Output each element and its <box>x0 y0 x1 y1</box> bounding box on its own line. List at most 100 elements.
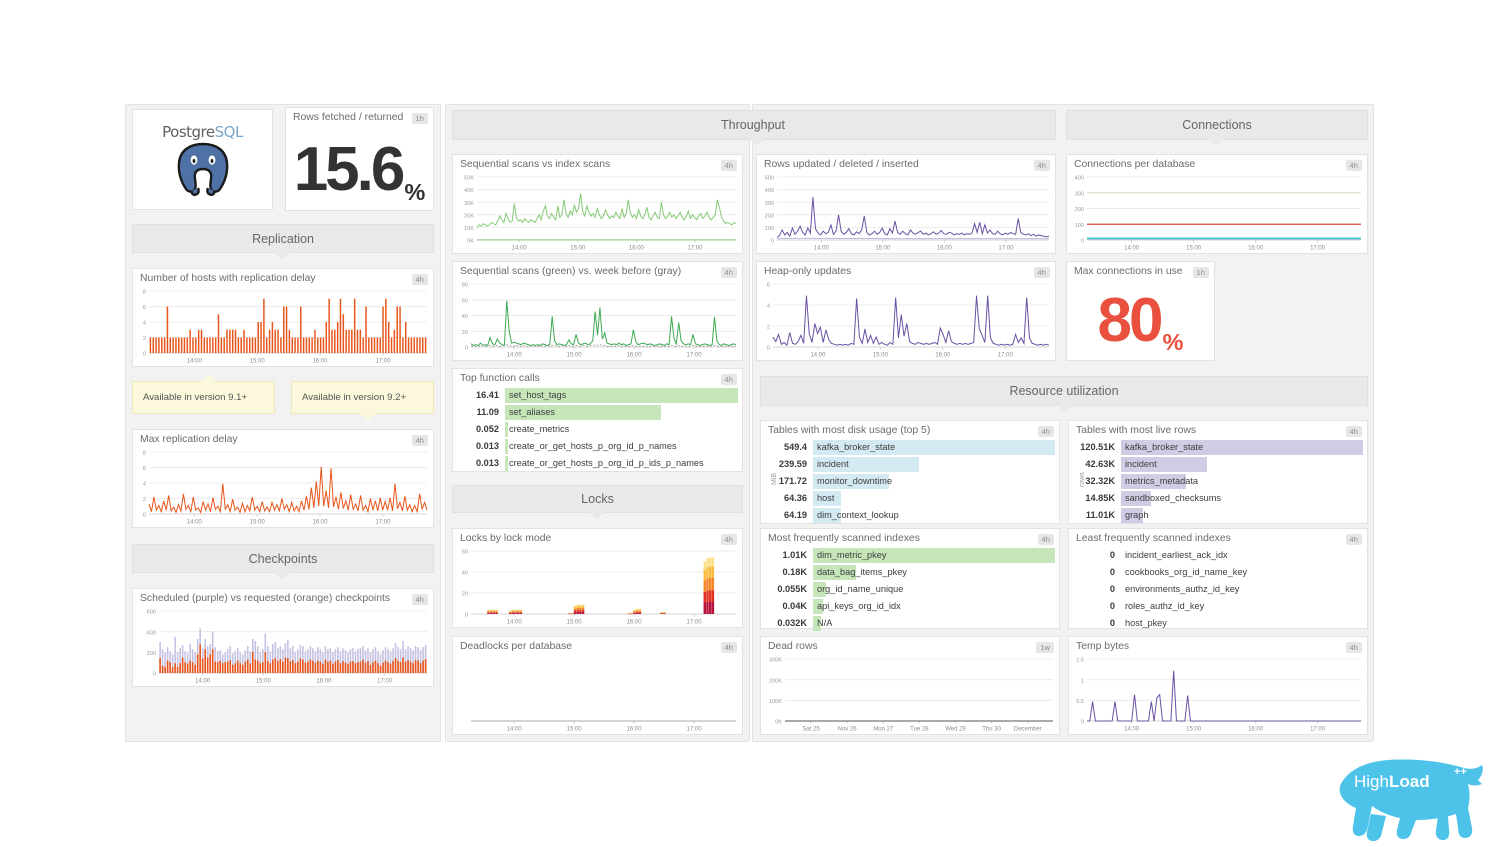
list-item[interactable]: 120.51Kkafka_broker_state <box>1069 439 1363 455</box>
svg-text:14:00: 14:00 <box>187 520 203 526</box>
time-range-badge[interactable]: 4h <box>1034 267 1050 278</box>
chart-dead-rows: Dead rows 1w 0K100K200K300KSat 25Nov 26M… <box>760 636 1060 735</box>
time-range-badge[interactable]: 4h <box>1346 534 1362 545</box>
svg-text:40K: 40K <box>464 188 474 194</box>
time-range-badge[interactable]: 4h <box>721 267 737 278</box>
list-item-value: 11.01K <box>1069 510 1121 520</box>
svg-text:20: 20 <box>462 592 468 598</box>
section-header-throughput: Throughput <box>452 110 1056 140</box>
time-range-badge[interactable]: 1h <box>412 113 428 124</box>
list-item[interactable]: 16.41set_host_tags <box>453 387 738 403</box>
svg-text:8: 8 <box>143 290 146 296</box>
svg-text:14:00: 14:00 <box>512 246 528 252</box>
list-item[interactable]: 0.013create_or_get_hosts_p_org_id_p_ids_… <box>453 455 738 471</box>
list-item[interactable]: 64.36host <box>761 490 1055 506</box>
svg-text:16:00: 16:00 <box>627 353 643 359</box>
list-item-bar-wrap: sandboxed_checksums <box>1121 491 1363 506</box>
list-item-label: kafka_broker_state <box>1125 440 1203 455</box>
list-item-value: 14.85K <box>1069 493 1121 503</box>
list-item-label: data_bag_items_pkey <box>817 565 907 580</box>
list-item-bar-wrap: org_id_name_unique <box>813 582 1055 597</box>
postgresql-elephant-icon <box>172 141 234 197</box>
list-item-bar-wrap: set_aliases <box>505 405 738 420</box>
list-item[interactable]: 0.18Kdata_bag_items_pkey <box>761 564 1055 580</box>
list-item[interactable]: 32.32Kmetrics_metadata <box>1069 473 1363 489</box>
section-pointer <box>274 252 290 259</box>
list-item-bar-wrap: api_keys_org_id_idx <box>813 599 1055 614</box>
list-item[interactable]: 0incident_earliest_ack_idx <box>1069 547 1363 563</box>
list-item[interactable]: 0.052create_metrics <box>453 421 738 437</box>
time-range-badge[interactable]: 1w <box>1036 642 1054 653</box>
plot-area: 0246814:0015:0016:0017:00 <box>133 447 433 527</box>
time-range-badge[interactable]: 4h <box>721 160 737 171</box>
list-item[interactable]: 239.59incident <box>761 456 1055 472</box>
list-item-label: incident <box>817 457 849 472</box>
list-item-label: kafka_broker_state <box>817 440 895 455</box>
list-item[interactable]: 42.63Kincident <box>1069 456 1363 472</box>
svg-text:0: 0 <box>465 346 468 352</box>
list-item[interactable]: 1.01Kdim_metric_pkey <box>761 547 1055 563</box>
svg-text:Sat 25: Sat 25 <box>802 727 820 733</box>
list-item[interactable]: 0roles_authz_id_key <box>1069 598 1363 614</box>
list-item[interactable]: 171.72monitor_downtime <box>761 473 1055 489</box>
time-range-badge[interactable]: 4h <box>1038 534 1054 545</box>
svg-text:50K: 50K <box>464 176 474 182</box>
list-item[interactable]: 11.01K graph <box>1069 507 1363 523</box>
svg-text:16:00: 16:00 <box>629 246 645 252</box>
time-range-badge[interactable]: 4h <box>412 274 428 285</box>
panel-title: Max connections in use <box>1074 266 1183 277</box>
panel-title: Sequential scans (green) vs. week before… <box>460 266 681 277</box>
time-range-badge[interactable]: 4h <box>1346 642 1362 653</box>
list-item[interactable]: 0cookbooks_org_id_name_key <box>1069 564 1363 580</box>
panel-title: Rows updated / deleted / inserted <box>764 159 919 170</box>
time-range-badge[interactable]: 4h <box>1346 160 1362 171</box>
list-item-bar-wrap: dim_context_lookup <box>813 508 1055 523</box>
svg-text:17:00: 17:00 <box>375 359 391 365</box>
list-item[interactable]: 0.013create_or_get_hosts_p_org_id_p_name… <box>453 438 738 454</box>
list-item[interactable]: 0host_pkey <box>1069 615 1363 631</box>
list-item[interactable]: 64.19dim_context_lookup <box>761 507 1055 523</box>
list-item-label: incident_earliest_ack_idx <box>1125 548 1228 563</box>
list-item[interactable]: 549.4kafka_broker_state <box>761 439 1055 455</box>
svg-text:16:00: 16:00 <box>313 359 329 365</box>
time-range-badge[interactable]: 4h <box>721 642 737 653</box>
list-item-bar <box>505 422 508 437</box>
list-item[interactable]: 14.85Ksandboxed_checksums <box>1069 490 1363 506</box>
section-header-connections: Connections <box>1066 110 1368 140</box>
svg-text:20: 20 <box>462 330 468 336</box>
list-item[interactable]: 0.055Korg_id_name_unique <box>761 581 1055 597</box>
list-item-label: graph <box>1125 508 1149 523</box>
svg-text:Wed 29: Wed 29 <box>945 727 966 733</box>
svg-text:15:00: 15:00 <box>567 353 583 359</box>
svg-text:15:00: 15:00 <box>875 246 891 252</box>
list-item-value: 0.04K <box>761 601 813 611</box>
time-range-badge[interactable]: 4h <box>1038 426 1054 437</box>
callout-version-92: Available in version 9.2+ <box>291 381 434 414</box>
time-range-badge[interactable]: 4h <box>412 594 428 605</box>
list-item-label: create_or_get_hosts_p_org_id_p_ids_p_nam… <box>509 456 704 471</box>
svg-text:0: 0 <box>771 239 774 245</box>
svg-text:600: 600 <box>147 610 156 616</box>
list-item-value: 0 <box>1069 567 1121 577</box>
list-item[interactable]: 0.04Kapi_keys_org_id_idx <box>761 598 1055 614</box>
list-item[interactable]: 0environments_authz_id_key <box>1069 581 1363 597</box>
svg-text:2: 2 <box>143 497 146 503</box>
postgresql-wordmark: PostgreSQL <box>162 123 243 141</box>
time-range-badge[interactable]: 1h <box>1193 267 1209 278</box>
list-item-value: 0.013 <box>453 441 505 451</box>
stat-number: 80 <box>1098 285 1161 356</box>
time-range-badge[interactable]: 4h <box>1346 426 1362 437</box>
time-range-badge[interactable]: 4h <box>721 534 737 545</box>
chart-deadlocks-per-database: Deadlocks per database 4h 14:0015:0016:0… <box>452 636 743 735</box>
list-item[interactable]: 0.032KN/A <box>761 615 1055 631</box>
callout-text: Available in version 9.1+ <box>143 392 247 403</box>
time-range-badge[interactable]: 4h <box>412 435 428 446</box>
svg-text:17:00: 17:00 <box>687 727 703 733</box>
list-item-label: monitor_downtime <box>817 474 892 489</box>
svg-text:15:00: 15:00 <box>567 620 583 626</box>
time-range-badge[interactable]: 4h <box>721 374 737 385</box>
list-item[interactable]: 11.09set_aliases <box>453 404 738 420</box>
svg-text:0: 0 <box>1081 239 1084 245</box>
list-tables-most-disk-usage: Tables with most disk usage (top 5) 4h M… <box>760 420 1060 524</box>
time-range-badge[interactable]: 4h <box>1034 160 1050 171</box>
